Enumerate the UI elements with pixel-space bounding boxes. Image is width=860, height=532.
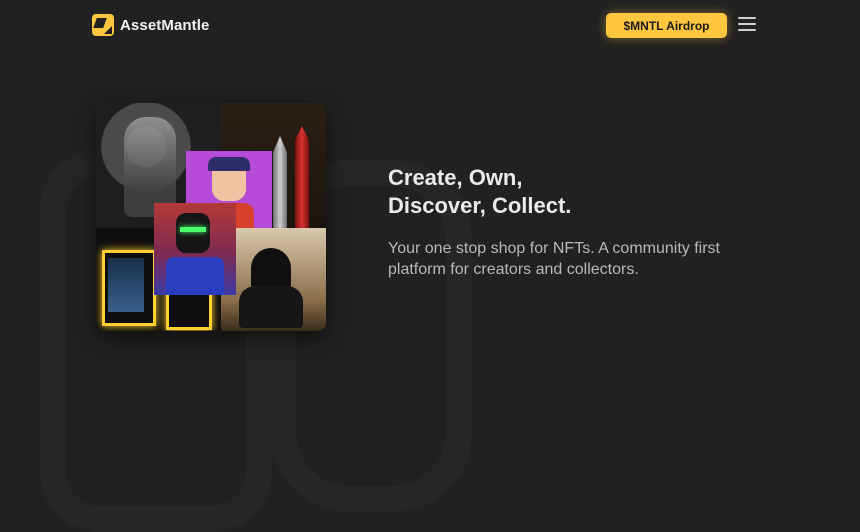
hero-subtitle: Your one stop shop for NFTs. A community…: [388, 238, 788, 280]
mntl-airdrop-button[interactable]: $MNTL Airdrop: [606, 13, 727, 38]
site-header: AssetMantle $MNTL Airdrop: [0, 0, 860, 52]
assetmantle-logo-icon: [92, 14, 114, 36]
brand-name: AssetMantle: [120, 16, 210, 34]
artwork-cyber-figure: [154, 203, 236, 295]
hamburger-menu-icon[interactable]: [738, 17, 756, 31]
menu-bar: [738, 23, 756, 25]
hero-title-line: Create, Own,: [388, 165, 523, 190]
menu-bar: [738, 29, 756, 31]
nft-artwork-collage: [96, 103, 326, 331]
artwork-pencil-red: [295, 126, 309, 228]
menu-bar: [738, 17, 756, 19]
hero-title: Create, Own, Discover, Collect.: [388, 164, 571, 220]
hero-subtitle-line: Your one stop shop for NFTs. A community…: [388, 240, 720, 257]
artwork-cyber-figure-body: [166, 257, 224, 295]
brand-logo[interactable]: AssetMantle: [92, 14, 209, 36]
hero-title-line: Discover, Collect.: [388, 193, 572, 218]
artwork-pencil-silver: [273, 136, 287, 228]
hero-subtitle-line: platform for creators and collectors.: [388, 261, 639, 278]
artwork-dark-hero: [221, 228, 326, 331]
